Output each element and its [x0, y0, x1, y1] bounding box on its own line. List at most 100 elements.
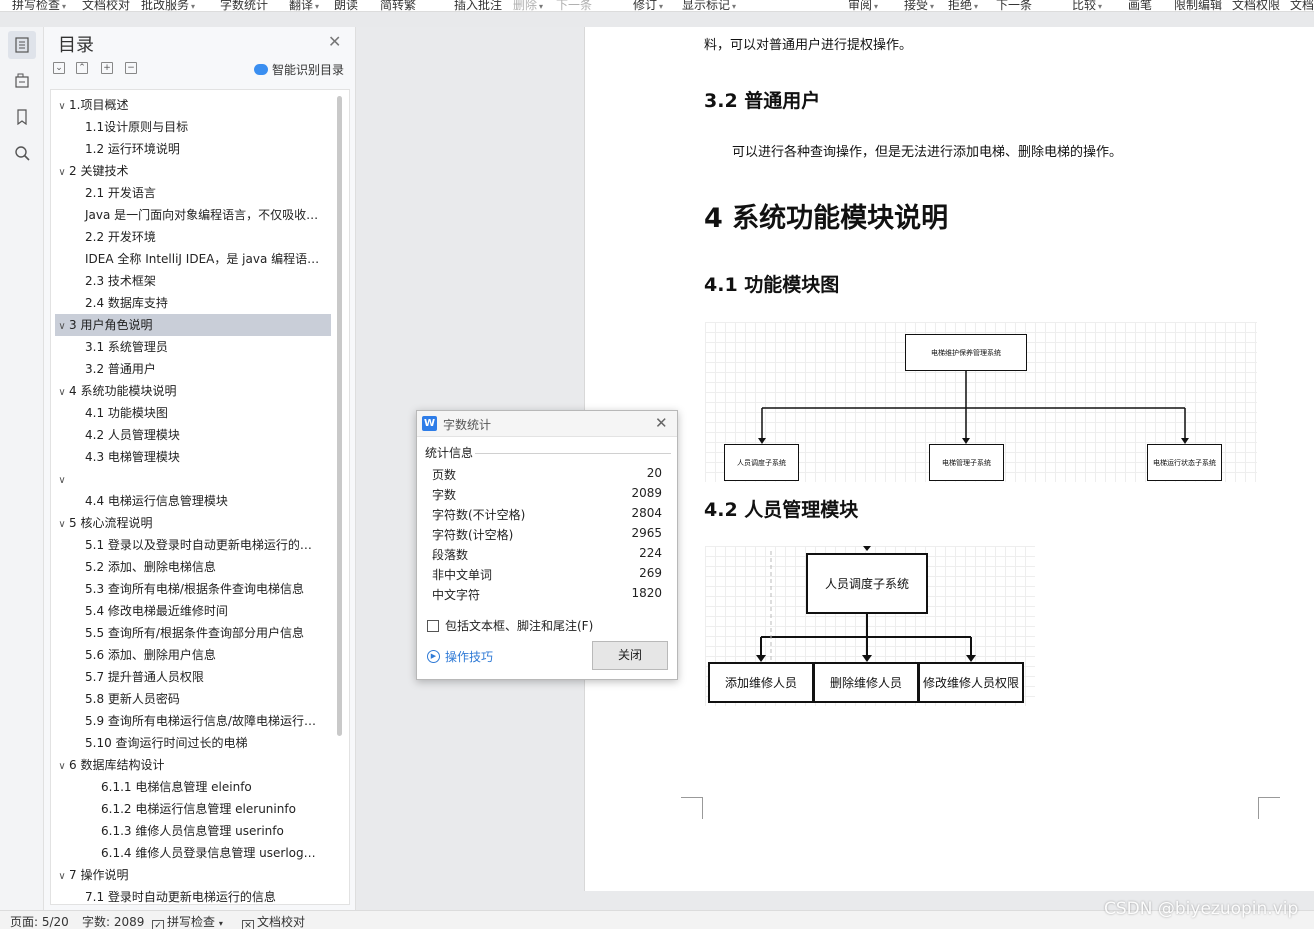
watermark: CSDN @biyezuopin.vip: [1104, 899, 1299, 919]
toc-item[interactable]: ∨ 4 系统功能模块说明: [55, 380, 331, 402]
chevron-down-icon[interactable]: ∨: [55, 470, 69, 490]
stat-row: 页数 20: [432, 466, 662, 486]
toc-item[interactable]: 5.1 登录以及登录时自动更新电梯运行的…: [55, 534, 331, 556]
toc-item[interactable]: 5.2 添加、删除电梯信息: [55, 556, 331, 578]
toc-item[interactable]: 5.7 提升普通人员权限: [55, 666, 331, 688]
next-change-button[interactable]: 下一条: [996, 0, 1032, 11]
word-count-button[interactable]: 字数统计: [220, 0, 268, 11]
doc-permission-button[interactable]: 文档权限: [1232, 0, 1280, 11]
toc-scrollbar[interactable]: [337, 96, 342, 736]
toc-item[interactable]: 2.3 技术框架: [55, 270, 331, 292]
toc-item[interactable]: 6.1.2 电梯运行信息管理 eleruninfo: [55, 798, 331, 820]
restrict-editing-button[interactable]: 限制编辑: [1174, 0, 1222, 11]
toc-item[interactable]: 5.9 查询所有电梯运行信息/故障电梯运行…: [55, 710, 331, 732]
chevron-down-icon[interactable]: ∨: [55, 514, 69, 534]
chevron-down-icon[interactable]: ∨: [55, 96, 69, 116]
smart-toc-button[interactable]: 智能识别目录: [254, 61, 344, 78]
simplified-to-traditional-button[interactable]: 简转繁: [380, 0, 416, 11]
toc-rail-button[interactable]: [8, 31, 36, 59]
toc-item[interactable]: 6.1.3 维修人员信息管理 userinfo: [55, 820, 331, 842]
pen-button[interactable]: 画笔: [1128, 0, 1152, 11]
spell-check-button[interactable]: 拼写检查 ▾: [12, 0, 66, 11]
insert-comment-button[interactable]: 插入批注: [454, 0, 502, 11]
delete-comment-button[interactable]: 删除 ▾: [513, 0, 543, 11]
toc-item[interactable]: 1.2 运行环境说明: [55, 138, 331, 160]
translate-button[interactable]: 翻译 ▾: [289, 0, 319, 11]
expand-up-icon[interactable]: ⌃: [76, 62, 88, 74]
toc-item-label: 5 核心流程说明: [69, 516, 153, 530]
toc-item[interactable]: ∨: [55, 468, 331, 490]
spell-check-status[interactable]: ✓ 拼写检查 ▾: [152, 913, 223, 929]
read-aloud-button[interactable]: 朗读: [334, 0, 358, 11]
toc-item[interactable]: 6.1.1 电梯信息管理 eleinfo: [55, 776, 331, 798]
toc-item[interactable]: IDEA 全称 IntelliJ IDEA，是 java 编程语…: [55, 248, 331, 270]
chevron-down-icon[interactable]: ∨: [55, 756, 69, 776]
toc-item[interactable]: ∨ 5 核心流程说明: [55, 512, 331, 534]
toc-item[interactable]: 2.2 开发环境: [55, 226, 331, 248]
checkbox-box[interactable]: [427, 619, 439, 632]
toc-item[interactable]: 5.10 查询运行时间过长的电梯: [55, 732, 331, 754]
show-markup-button[interactable]: 显示标记 ▾: [682, 0, 736, 11]
doc-proofread-button[interactable]: 文档校对: [82, 0, 130, 11]
proofread-status[interactable]: ✕ 文档校对: [242, 913, 305, 929]
reject-button[interactable]: 拒绝 ▾: [948, 0, 978, 11]
doc-more-button[interactable]: 文档: [1290, 0, 1314, 11]
toc-item[interactable]: 7.1 登录时自动更新电梯运行的信息: [55, 886, 331, 904]
compare-button[interactable]: 比较 ▾: [1072, 0, 1102, 11]
accept-button[interactable]: 接受 ▾: [904, 0, 934, 11]
review-button[interactable]: 审阅 ▾: [848, 0, 878, 11]
toc-item[interactable]: 4.3 电梯管理模块: [55, 446, 331, 468]
toc-item[interactable]: ∨ 6 数据库结构设计: [55, 754, 331, 776]
chevron-down-icon[interactable]: ∨: [55, 866, 69, 886]
revise-service-button[interactable]: 批改服务 ▾: [141, 0, 195, 11]
collapse-all-icon[interactable]: ⌄: [53, 62, 65, 74]
next-comment-button[interactable]: 下一条: [556, 0, 592, 11]
bookmark-rail-button[interactable]: [8, 103, 36, 131]
chevron-down-icon[interactable]: ∨: [55, 162, 69, 182]
toc-item[interactable]: 2.4 数据库支持: [55, 292, 331, 314]
chapter-rail-button[interactable]: [8, 67, 36, 95]
toc-item[interactable]: 3.2 普通用户: [55, 358, 331, 380]
close-button[interactable]: 关闭: [592, 641, 668, 670]
toc-item[interactable]: Java 是一门面向对象编程语言，不仅吸收…: [55, 204, 331, 226]
stat-row: 字符数(不计空格) 2804: [432, 506, 662, 526]
close-icon[interactable]: ✕: [655, 414, 668, 432]
remove-level-icon[interactable]: −: [125, 62, 137, 74]
add-level-icon[interactable]: +: [101, 62, 113, 74]
tips-link[interactable]: ▶ 操作技巧: [427, 648, 493, 665]
toc-item[interactable]: 4.4 电梯运行信息管理模块: [55, 490, 331, 512]
document-outline-icon: [15, 37, 29, 53]
chevron-down-icon[interactable]: ∨: [55, 382, 69, 402]
toc-item[interactable]: 5.4 修改电梯最近维修时间: [55, 600, 331, 622]
heading-3-2: 3.2 普通用户: [704, 90, 821, 112]
chevron-down-icon[interactable]: ∨: [55, 316, 69, 336]
toc-item-label: 1.2 运行环境说明: [85, 142, 180, 156]
document-page[interactable]: 料，可以对普通用户进行提权操作。 3.2 普通用户 可以进行各种查询操作，但是无…: [584, 27, 1314, 891]
toc-item[interactable]: ∨ 3 用户角色说明: [55, 314, 331, 336]
page-indicator[interactable]: 页面: 5/20: [10, 913, 69, 929]
stat-row: 字符数(计空格) 2965: [432, 526, 662, 546]
toc-item[interactable]: ∨ 7 操作说明: [55, 864, 331, 886]
toc-item[interactable]: 4.2 人员管理模块: [55, 424, 331, 446]
word-count-indicator[interactable]: 字数: 2089: [82, 913, 144, 929]
toc-item-label: 5.3 查询所有电梯/根据条件查询电梯信息: [85, 582, 304, 596]
toc-item-label: 1.1设计原则与目标: [85, 120, 189, 134]
toc-item[interactable]: 5.6 添加、删除用户信息: [55, 644, 331, 666]
toc-item[interactable]: 3.1 系统管理员: [55, 336, 331, 358]
diagram2-root: 人员调度子系统: [806, 553, 928, 614]
stat-row: 字数 2089: [432, 486, 662, 506]
toc-item[interactable]: 2.1 开发语言: [55, 182, 331, 204]
toc-item[interactable]: 4.1 功能模块图: [55, 402, 331, 424]
toc-item[interactable]: 5.5 查询所有/根据条件查询部分用户信息: [55, 622, 331, 644]
track-changes-button[interactable]: 修订 ▾: [633, 0, 663, 11]
toc-item[interactable]: ∨ 1.项目概述: [55, 94, 331, 116]
toc-item[interactable]: ∨ 2 关键技术: [55, 160, 331, 182]
include-textbox-checkbox[interactable]: 包括文本框、脚注和尾注(F): [427, 617, 593, 634]
toc-item[interactable]: 1.1设计原则与目标: [55, 116, 331, 138]
toc-item[interactable]: 5.8 更新人员密码: [55, 688, 331, 710]
dialog-titlebar[interactable]: W 字数统计 ✕: [417, 411, 677, 437]
search-rail-button[interactable]: [8, 139, 36, 167]
toc-item[interactable]: 5.3 查询所有电梯/根据条件查询电梯信息: [55, 578, 331, 600]
toc-item[interactable]: 6.1.4 维修人员登录信息管理 userlog…: [55, 842, 331, 864]
close-icon[interactable]: ✕: [328, 32, 341, 51]
